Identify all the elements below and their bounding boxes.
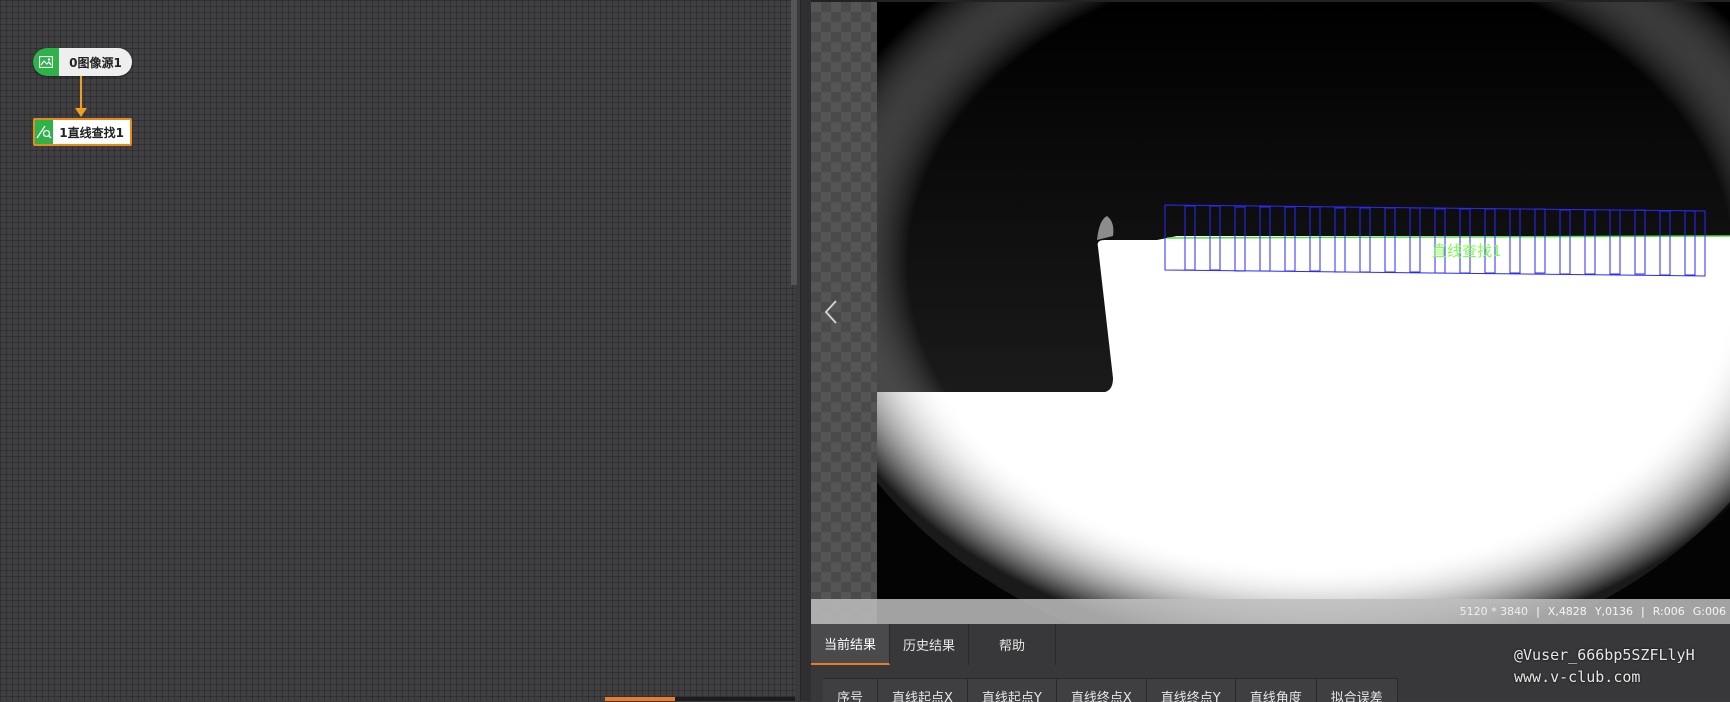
result-tabs: 当前结果 历史结果 帮助 (811, 624, 1057, 665)
canvas-scrollbar[interactable] (791, 0, 797, 285)
watermark-site: www.v-club.com (1514, 668, 1641, 686)
status-x: X,4828 (1547, 605, 1587, 618)
column-header[interactable]: 直线终点Y (1147, 679, 1236, 702)
flow-canvas[interactable]: 0图像源1 1直线查找1 (0, 0, 797, 701)
column-header[interactable]: 直线起点X (878, 679, 968, 702)
status-r: R:006 (1652, 605, 1685, 618)
flow-connector (75, 76, 87, 117)
node-label: 1直线查找1 (53, 120, 130, 144)
tab-current-result[interactable]: 当前结果 (811, 624, 891, 665)
status-resolution: 5120 * 3840 (1459, 605, 1529, 618)
column-header[interactable]: 直线终点X (1057, 679, 1147, 702)
watermark-user: @Vuser_666bp5SZFLlyH (1514, 646, 1695, 664)
status-separator: | (1641, 605, 1645, 618)
column-header[interactable]: 拟合误差 (1317, 679, 1398, 702)
camera-image: 直线查找1 (877, 2, 1730, 626)
result-table-header: 序号 直线起点X 直线起点Y 直线终点X 直线终点Y 直线角度 拟合误差 (823, 678, 1398, 702)
chevron-left-icon (824, 300, 837, 324)
roi-overlay-label: 直线查找1 (1432, 242, 1502, 260)
status-y: Y,0136 (1594, 605, 1634, 618)
tab-history-result[interactable]: 历史结果 (890, 624, 970, 665)
tab-help[interactable]: 帮助 (969, 624, 1057, 665)
column-header[interactable]: 序号 (823, 679, 879, 702)
status-g: G:006 (1692, 605, 1726, 618)
bottom-tab-indicator[interactable] (605, 697, 675, 701)
panel-splitter[interactable] (800, 0, 811, 701)
bottom-tab-bar (675, 697, 795, 701)
status-separator: | (1536, 605, 1540, 618)
line-find-icon (35, 120, 54, 144)
previous-image-button[interactable] (821, 298, 841, 328)
column-header[interactable]: 直线角度 (1236, 679, 1317, 702)
node-line-find[interactable]: 1直线查找1 (33, 118, 132, 146)
image-viewer[interactable]: 直线查找1 5120 * 3840 | X,4828 Y,0136 | R:00… (811, 0, 1730, 626)
image-status-bar: 5120 * 3840 | X,4828 Y,0136 | R:006 G:00… (811, 599, 1730, 624)
watermark: @Vuser_666bp5SZFLlyH www.v-club.com (1514, 644, 1695, 688)
column-header[interactable]: 直线起点Y (968, 679, 1057, 702)
